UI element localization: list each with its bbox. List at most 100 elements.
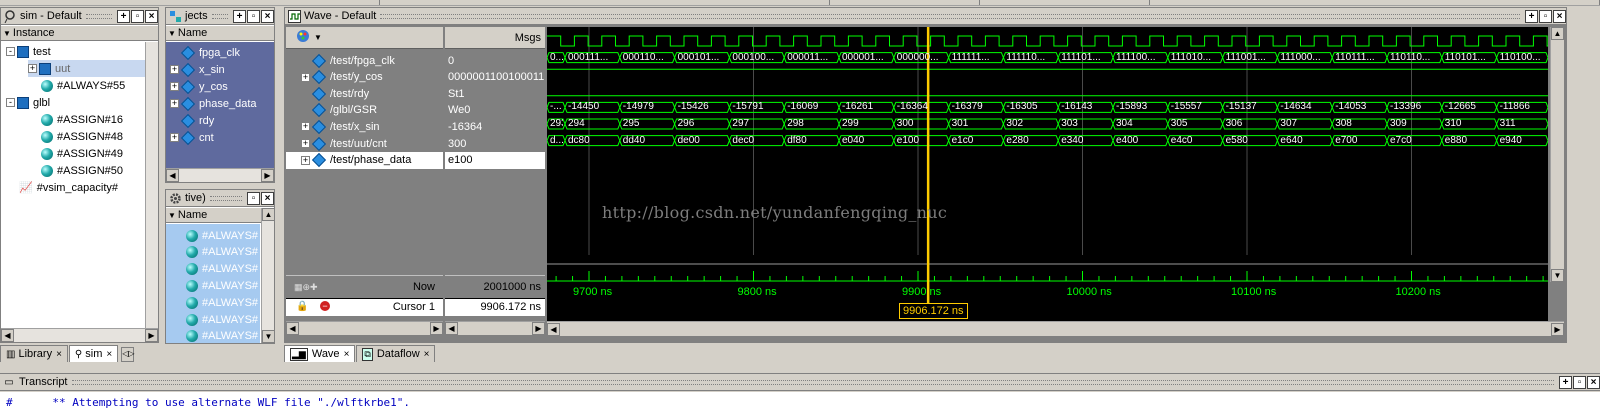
object-item[interactable]: + cnt [170, 129, 214, 146]
instance-tree-item[interactable]: - glbl [6, 94, 50, 111]
sim-horizontal-scrollbar[interactable]: ◀ ▶ [1, 328, 158, 342]
drag-grip[interactable] [209, 195, 242, 201]
scroll-right-icon[interactable]: ▶ [145, 329, 158, 342]
remove-cursor-icon[interactable]: − [320, 301, 330, 311]
signal-name-row[interactable]: + /test/uut/cnt [286, 135, 443, 152]
wave-vertical-scrollbar[interactable]: ▲ ▼ [1550, 27, 1564, 282]
tab-scroll-icon[interactable]: ◁▷ [121, 347, 135, 362]
float-icon[interactable]: ▫ [1573, 375, 1586, 389]
process-item[interactable]: #ALWAYS# [186, 227, 258, 244]
wave-panel-titlebar[interactable]: Wave - Default + ▫ × [285, 8, 1566, 25]
expand-icon[interactable]: + [301, 72, 310, 82]
objects-panel-titlebar[interactable]: jects + ▫ × [166, 8, 274, 25]
instance-tree-item[interactable]: #ASSIGN#50 [28, 162, 123, 179]
close-icon[interactable]: × [1587, 375, 1600, 389]
drag-grip[interactable] [211, 13, 228, 19]
cursor-time-box[interactable]: 9906.172 ns [899, 303, 968, 319]
process-item[interactable]: #ALWAYS# [186, 294, 258, 311]
cursor-row[interactable]: 🔒 − Cursor 1 [286, 298, 443, 316]
values-horizontal-scrollbar[interactable]: ◀ ▶ [445, 321, 545, 335]
close-icon[interactable]: × [261, 9, 274, 23]
process-item[interactable]: #ALWAYS# [186, 277, 258, 294]
object-item[interactable]: + x_sin [170, 61, 225, 78]
instance-tree-item[interactable]: #ASSIGN#48 [28, 128, 123, 145]
instance-tree-item[interactable]: #ALWAYS#55 [28, 77, 125, 94]
object-item[interactable]: + phase_data [170, 95, 257, 112]
expand-icon[interactable]: + [301, 155, 310, 165]
scroll-right-icon[interactable]: ▶ [1551, 322, 1564, 336]
signal-value[interactable]: e100 [445, 151, 545, 169]
signal-value[interactable]: 0 [445, 52, 545, 69]
tab-wave[interactable]: ▂▆ Wave × [284, 345, 356, 362]
expand-icon[interactable]: + [170, 82, 179, 91]
lock-icon[interactable]: 🔒 [296, 301, 308, 312]
expand-icon[interactable]: + [170, 99, 179, 108]
close-icon[interactable]: × [106, 349, 112, 360]
expand-icon[interactable]: + [170, 65, 179, 74]
drag-grip[interactable] [71, 379, 1554, 385]
process-item[interactable]: #ALWAYS# [186, 244, 258, 261]
instance-tree-item[interactable]: - test [6, 43, 51, 60]
signal-name-row[interactable]: /glbl/GSR [286, 102, 443, 119]
scroll-left-icon[interactable]: ◀ [547, 322, 560, 336]
scroll-left-icon[interactable]: ◀ [1, 329, 14, 342]
scroll-down-icon[interactable]: ▼ [262, 330, 274, 343]
transcript-body[interactable]: # ** Attempting to use alternate WLF fil… [0, 392, 1600, 410]
chevron-down-icon[interactable]: ▼ [314, 33, 322, 42]
scroll-up-icon[interactable]: ▲ [1551, 27, 1564, 40]
process-item[interactable]: #ALWAYS# [186, 261, 258, 278]
signal-value[interactable]: 300 [445, 135, 545, 152]
name-column-header[interactable]: ▼ Name [166, 26, 274, 41]
object-item[interactable]: fpga_clk [170, 44, 240, 61]
float-icon[interactable]: ▫ [247, 191, 260, 205]
instance-tree-item[interactable]: #ASSIGN#49 [28, 145, 123, 162]
palette-icon[interactable] [296, 29, 312, 46]
close-icon[interactable]: × [424, 349, 430, 360]
drag-grip[interactable] [380, 13, 1520, 19]
scroll-right-icon[interactable]: ▶ [532, 322, 545, 335]
close-icon[interactable]: × [1553, 9, 1566, 23]
tab-library[interactable]: ▥ Library × [0, 345, 68, 362]
scroll-right-icon[interactable]: ▶ [261, 169, 274, 182]
objects-horizontal-scrollbar[interactable]: ◀ ▶ [166, 168, 274, 182]
waveform-canvas[interactable]: 0... 000111... 000110... 000101... 000100...… [547, 27, 1548, 321]
scroll-right-icon[interactable]: ▶ [430, 322, 443, 335]
scroll-up-icon[interactable]: ▲ [262, 208, 274, 221]
scroll-left-icon[interactable]: ◀ [445, 322, 458, 335]
expand-icon[interactable]: + [28, 64, 37, 73]
names-horizontal-scrollbar[interactable]: ◀ ▶ [286, 321, 443, 335]
scroll-left-icon[interactable]: ◀ [166, 169, 179, 182]
tab-sim[interactable]: ⚲ sim × [68, 345, 119, 362]
process-item[interactable]: #ALWAYS# [186, 311, 258, 328]
object-item[interactable]: + y_cos [170, 78, 228, 95]
signal-name-row[interactable]: + /test/y_cos [286, 69, 443, 86]
signal-name-row[interactable]: /test/fpga_clk [286, 52, 443, 69]
instance-tree-item[interactable]: + uut [28, 60, 153, 77]
tab-dataflow[interactable]: ⧉ Dataflow × [356, 345, 436, 362]
sim-vertical-scrollbar[interactable] [145, 42, 158, 332]
dock-icon[interactable]: + [1525, 9, 1538, 23]
dock-icon[interactable]: + [233, 9, 246, 23]
float-icon[interactable]: ▫ [131, 9, 144, 23]
expand-icon[interactable]: + [301, 139, 310, 148]
signal-value[interactable]: -16364 [445, 118, 545, 135]
processes-panel-titlebar[interactable]: tive) ▫ × [166, 190, 274, 207]
scroll-down-icon[interactable]: ▼ [1551, 269, 1564, 282]
collapse-icon[interactable]: - [6, 98, 15, 107]
close-icon[interactable]: × [261, 191, 274, 205]
instance-column-header[interactable]: ▼ Instance [1, 26, 158, 41]
sim-panel-titlebar[interactable]: sim - Default + ▫ × [1, 8, 158, 25]
expand-icon[interactable]: + [301, 122, 310, 132]
signal-value[interactable]: St1 [445, 85, 545, 102]
float-icon[interactable]: ▫ [1539, 9, 1552, 23]
signal-name-row[interactable]: + /test/phase_data [286, 151, 443, 169]
signal-value[interactable]: 0000001100100011 [445, 69, 545, 86]
dock-icon[interactable]: + [117, 9, 130, 23]
float-icon[interactable]: ▫ [247, 9, 260, 23]
instance-tree-item[interactable]: 📈 #vsim_capacity# [6, 179, 118, 196]
process-item[interactable]: #ALWAYS# [186, 328, 258, 343]
signal-value[interactable]: We0 [445, 102, 545, 119]
processes-vertical-scrollbar[interactable]: ▲ ▼ [261, 208, 274, 343]
cursor-tools-icon[interactable]: ▦⊕✚ [294, 282, 318, 293]
expand-icon[interactable]: + [170, 133, 179, 142]
